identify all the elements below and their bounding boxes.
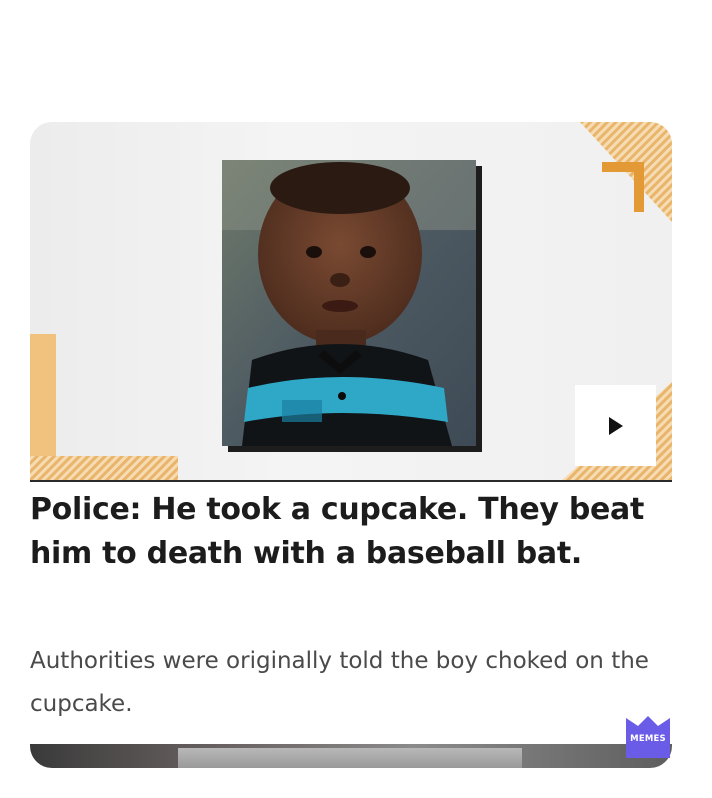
play-icon [608,416,623,435]
decorative-corner-bottom-left [30,334,178,480]
hero-image[interactable] [30,122,672,480]
memes-watermark: MEMES [626,714,670,758]
decorative-corner-top-right [580,122,672,222]
next-article-thumbnail[interactable] [30,744,672,768]
article-headline[interactable]: Police: He took a cupcake. They beat him… [30,488,660,576]
thumbnail-panel [178,748,522,768]
hero-divider [30,480,672,482]
child-photo [222,160,476,446]
article-summary: Authorities were originally told the boy… [30,648,649,717]
play-button[interactable] [575,385,656,466]
news-card[interactable]: Police: He took a cupcake. They beat him… [30,122,672,768]
memes-watermark-label: MEMES [630,734,666,744]
